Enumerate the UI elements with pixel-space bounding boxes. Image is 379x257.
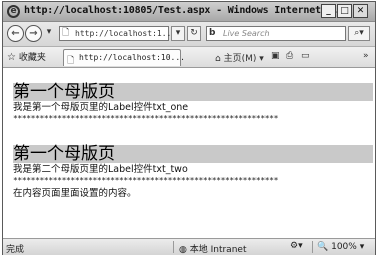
close-button[interactable]: ✕ bbox=[353, 4, 368, 18]
globe-icon: ◍ bbox=[179, 245, 187, 255]
more-tools-button[interactable]: » bbox=[363, 51, 369, 61]
browser-window: e http://localhost:10805/Test.aspx - Win… bbox=[2, 1, 376, 255]
forward-arrow-icon: → bbox=[29, 28, 38, 39]
window-title: http://localhost:10805/Test.aspx - Windo… bbox=[24, 5, 350, 16]
search-icon: ⌕▾ bbox=[354, 28, 364, 38]
zone-label: 本地 Intranet bbox=[189, 245, 247, 255]
feeds-button[interactable]: ▣ bbox=[271, 51, 280, 61]
page-icon: ▭ bbox=[301, 51, 310, 61]
settings-icon: ⚙▾ bbox=[290, 241, 303, 251]
page-icon: 🗋 bbox=[62, 28, 70, 38]
address-bar[interactable]: 🗋 http://localhost:1... bbox=[59, 26, 176, 41]
master-page-title: 第一个母版页 bbox=[13, 145, 373, 163]
zoom-level: 100% bbox=[331, 242, 357, 252]
master-page-title: 第一个母版页 bbox=[13, 83, 373, 101]
ie-logo-icon: e bbox=[7, 5, 20, 18]
maximize-button[interactable]: □ bbox=[337, 4, 352, 18]
search-input[interactable]: Live Search bbox=[223, 29, 270, 38]
chevron-down-icon: ▾ bbox=[359, 242, 365, 252]
favorites-star-icon: ☆ bbox=[7, 52, 16, 63]
live-search-logo: b bbox=[209, 28, 216, 38]
label-txt-one: 我是第一个母版页里的Label控件txt_one bbox=[13, 102, 189, 113]
address-url: http://localhost:1... bbox=[75, 29, 177, 38]
label-txt-two: 我是第二个母版页里的Label控件txt_two bbox=[13, 164, 188, 175]
address-dropdown-button[interactable]: ▾ bbox=[171, 26, 185, 41]
favorites-button[interactable]: ☆ 收藏夹 bbox=[7, 50, 46, 63]
home-label: 主页(M) bbox=[223, 54, 257, 64]
tab-title: http://localhost:10... bbox=[79, 53, 185, 62]
protected-mode-button[interactable]: ⚙▾ bbox=[290, 241, 303, 251]
separator-stars: ****************************************… bbox=[13, 176, 278, 185]
tab-row: ☆ 收藏夹 🗋 http://localhost:10... ⌂ 主页(M) ▾… bbox=[3, 47, 375, 68]
tab-active[interactable]: 🗋 http://localhost:10... bbox=[63, 49, 185, 66]
chevron-down-icon: ▾ bbox=[175, 28, 181, 38]
refresh-icon: ↻ bbox=[190, 28, 198, 38]
refresh-button[interactable]: ↻ bbox=[187, 26, 201, 41]
zoom-icon: 🔍 bbox=[317, 242, 329, 252]
feeds-icon: ▣ bbox=[271, 51, 280, 61]
separator-stars: ****************************************… bbox=[13, 114, 278, 123]
title-bar: e http://localhost:10805/Test.aspx - Win… bbox=[3, 2, 375, 22]
back-button[interactable]: ← bbox=[7, 25, 24, 42]
page-icon: 🗋 bbox=[67, 56, 75, 66]
home-icon: ⌂ bbox=[215, 54, 221, 64]
security-zone[interactable]: ◍ 本地 Intranet bbox=[179, 242, 246, 255]
chevron-down-icon: ▾ bbox=[46, 27, 52, 37]
status-divider bbox=[173, 241, 174, 253]
page-content: 第一个母版页 我是第一个母版页里的Label控件txt_one ********… bbox=[7, 70, 373, 236]
chevron-down-icon: ▾ bbox=[259, 54, 264, 64]
print-button[interactable]: ⎙ bbox=[286, 51, 293, 61]
status-divider bbox=[312, 241, 313, 253]
content-page-text: 在内容页面里面设置的内容。 bbox=[13, 188, 137, 199]
search-button[interactable]: ⌕▾ bbox=[348, 26, 370, 41]
status-text: 完成 bbox=[6, 245, 25, 255]
favorites-label: 收藏夹 bbox=[18, 53, 46, 63]
print-icon: ⎙ bbox=[286, 51, 294, 61]
recent-pages-dropdown[interactable]: ▾ bbox=[43, 26, 55, 41]
back-arrow-icon: ← bbox=[11, 28, 20, 39]
search-box[interactable]: b Live Search bbox=[206, 26, 346, 41]
zoom-button[interactable]: 🔍 100% ▾ bbox=[317, 242, 364, 252]
minimize-button[interactable]: _ bbox=[321, 4, 336, 18]
page-menu-button[interactable]: ▭ bbox=[301, 51, 310, 61]
home-button[interactable]: ⌂ 主页(M) ▾ bbox=[215, 51, 264, 64]
status-bar: 完成 ◍ 本地 Intranet ⚙▾ 🔍 100% ▾ bbox=[3, 238, 375, 255]
forward-button[interactable]: → bbox=[25, 25, 42, 42]
address-toolbar: ← → ▾ 🗋 http://localhost:1... ▾ ↻ b Live… bbox=[3, 22, 375, 47]
